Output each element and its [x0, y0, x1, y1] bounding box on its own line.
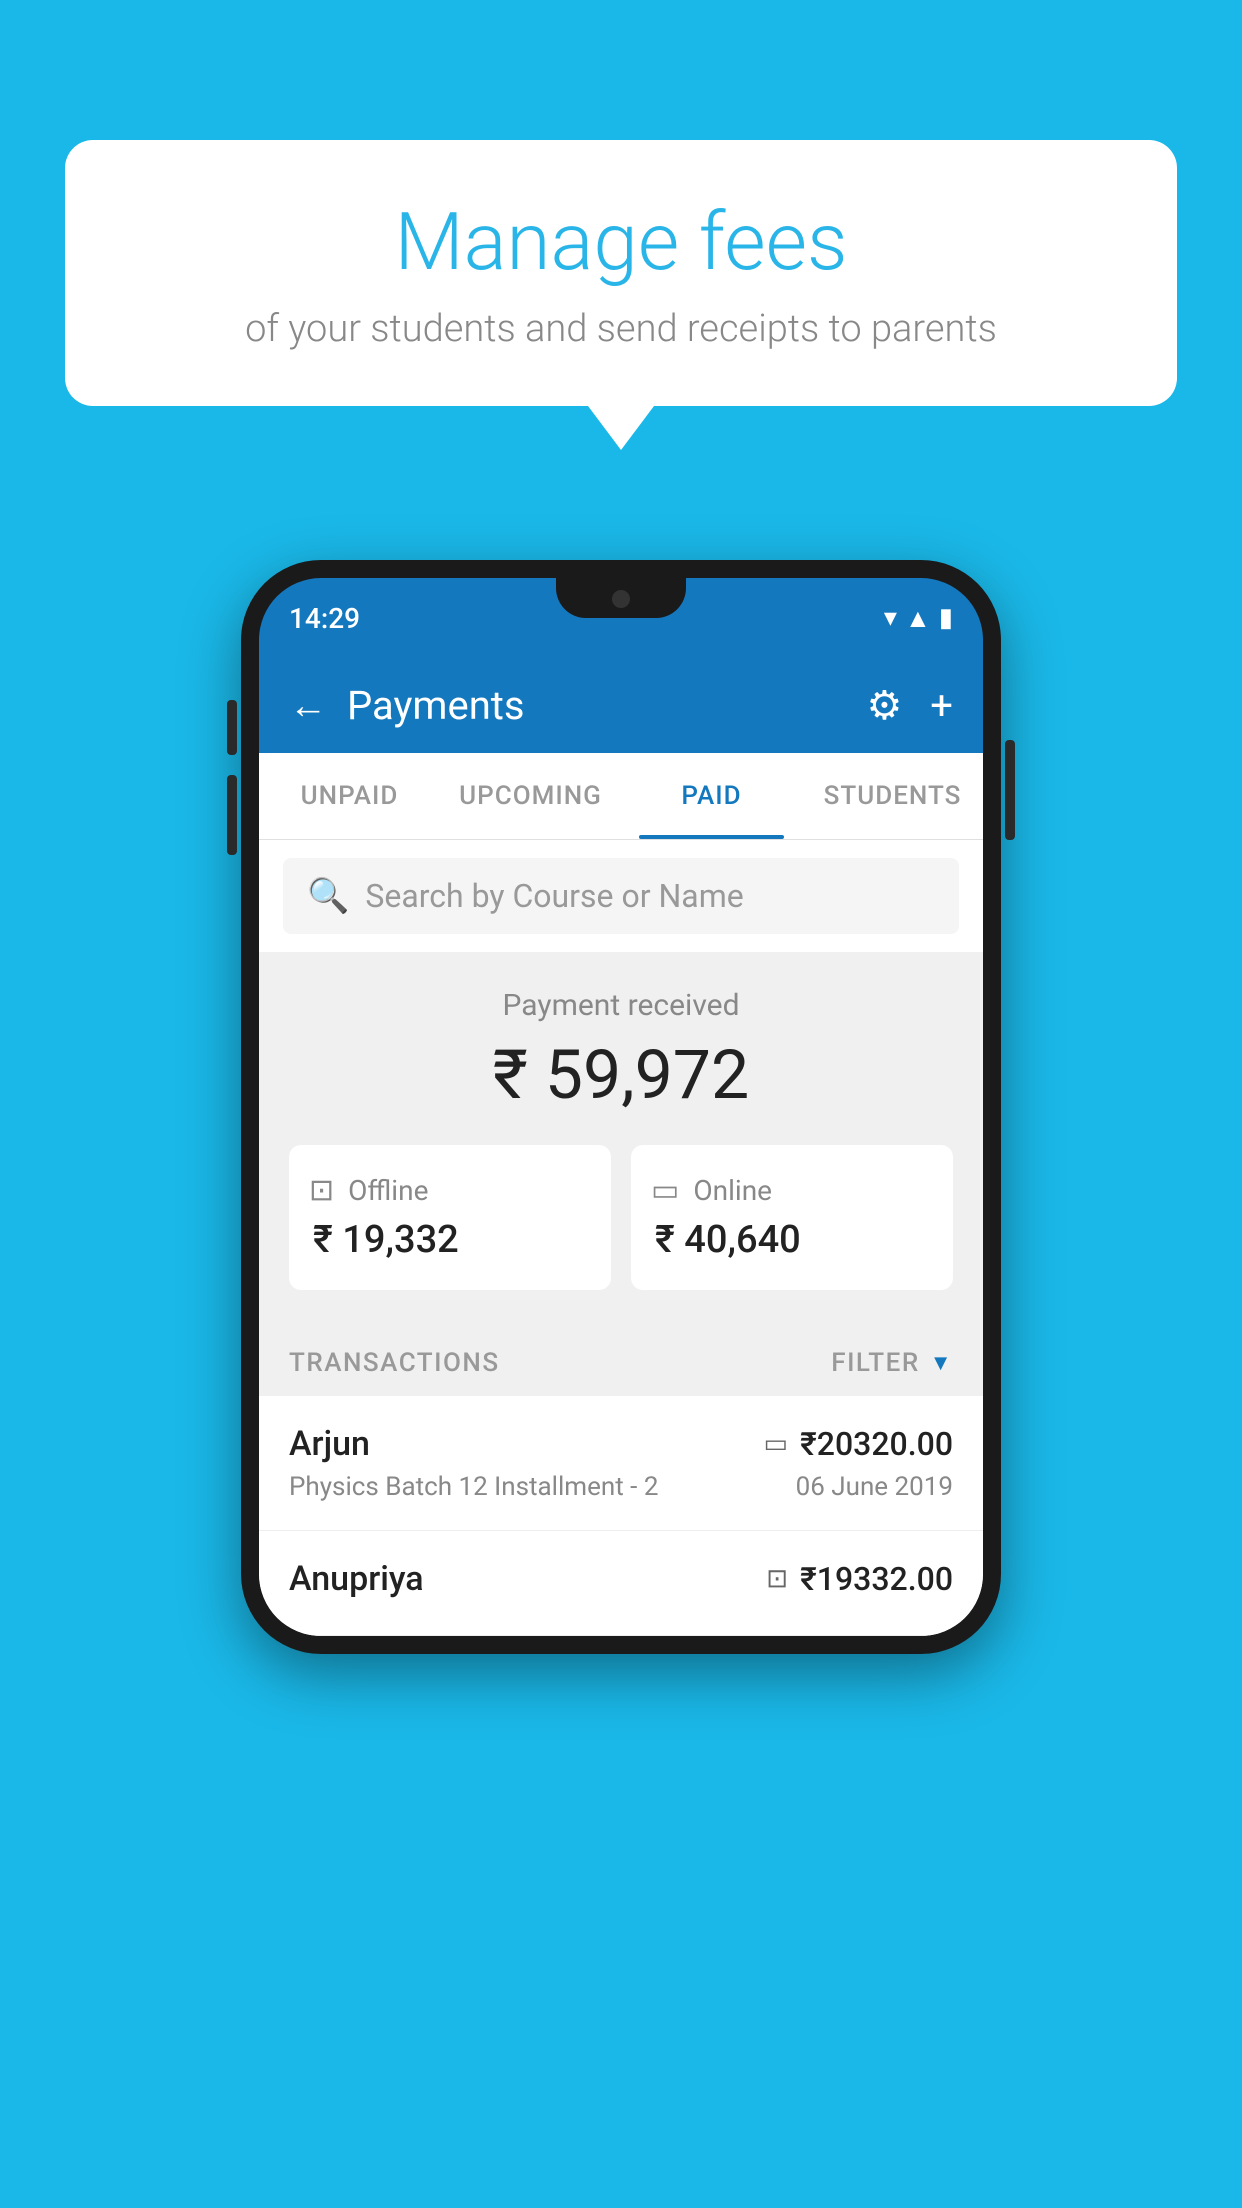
transaction-date: 06 June 2019	[796, 1472, 953, 1502]
tab-upcoming[interactable]: UPCOMING	[440, 753, 621, 839]
payment-summary: Payment received ₹ 59,972 ⊡ Offline ₹ 19…	[259, 952, 983, 1320]
online-payment-card: ▭ Online ₹ 40,640	[631, 1145, 953, 1290]
offline-transaction-icon: ⊡	[766, 1564, 788, 1594]
offline-payment-icon: ⊡	[309, 1173, 334, 1208]
offline-payment-card: ⊡ Offline ₹ 19,332	[289, 1145, 611, 1290]
transactions-header: TRANSACTIONS FILTER ▼	[259, 1320, 983, 1396]
student-name: Anupriya	[289, 1559, 424, 1599]
speech-bubble-title: Manage fees	[125, 195, 1117, 289]
add-icon[interactable]: +	[930, 682, 953, 729]
payment-cards: ⊡ Offline ₹ 19,332 ▭ Online ₹ 40,640	[289, 1145, 953, 1290]
app-bar-left: ← Payments	[289, 682, 525, 729]
transaction-bottom: Physics Batch 12 Installment - 2 06 June…	[289, 1472, 953, 1502]
search-container: 🔍 Search by Course or Name	[259, 840, 983, 952]
filter-icon: ▼	[930, 1350, 953, 1376]
status-time: 14:29	[289, 602, 360, 635]
app-bar-right: ⚙ +	[866, 682, 953, 729]
tab-unpaid[interactable]: UNPAID	[259, 753, 440, 839]
search-bar[interactable]: 🔍 Search by Course or Name	[283, 858, 959, 934]
transactions-label: TRANSACTIONS	[289, 1348, 500, 1378]
app-bar-title: Payments	[347, 682, 525, 729]
status-icons: ▾ ▲ ▮	[884, 603, 953, 634]
payment-received-label: Payment received	[289, 988, 953, 1023]
offline-label: Offline	[348, 1174, 428, 1207]
phone-notch	[556, 578, 686, 618]
wifi-icon: ▾	[884, 603, 897, 633]
signal-icon: ▲	[905, 603, 931, 634]
speech-bubble-subtitle: of your students and send receipts to pa…	[125, 307, 1117, 351]
speech-bubble: Manage fees of your students and send re…	[65, 140, 1177, 406]
offline-card-header: ⊡ Offline	[309, 1173, 591, 1208]
settings-icon[interactable]: ⚙	[866, 682, 902, 729]
tab-students[interactable]: STUDENTS	[802, 753, 983, 839]
transaction-amount: ₹20320.00	[800, 1425, 953, 1463]
table-row[interactable]: Arjun ▭ ₹20320.00 Physics Batch 12 Insta…	[259, 1396, 983, 1531]
tab-paid[interactable]: PAID	[621, 753, 802, 839]
student-name: Arjun	[289, 1424, 370, 1464]
transaction-top: Anupriya ⊡ ₹19332.00	[289, 1559, 953, 1599]
search-input[interactable]: Search by Course or Name	[365, 877, 743, 915]
power-button	[1005, 740, 1015, 840]
online-card-header: ▭ Online	[651, 1173, 933, 1208]
volume-up-button	[227, 700, 237, 755]
transaction-amount-section: ▭ ₹20320.00	[764, 1425, 953, 1463]
transaction-amount: ₹19332.00	[800, 1560, 953, 1598]
offline-amount: ₹ 19,332	[309, 1218, 591, 1262]
table-row[interactable]: Anupriya ⊡ ₹19332.00	[259, 1531, 983, 1636]
online-amount: ₹ 40,640	[651, 1218, 933, 1262]
search-icon: 🔍	[307, 876, 349, 916]
online-transaction-icon: ▭	[764, 1429, 789, 1459]
transaction-top: Arjun ▭ ₹20320.00	[289, 1424, 953, 1464]
phone: 14:29 ▾ ▲ ▮ ← Payments ⚙ +	[241, 560, 1001, 1654]
volume-down-button	[227, 775, 237, 855]
course-info: Physics Batch 12 Installment - 2	[289, 1472, 658, 1502]
online-payment-icon: ▭	[651, 1173, 679, 1208]
transaction-amount-section: ⊡ ₹19332.00	[766, 1560, 953, 1598]
app-bar: ← Payments ⚙ +	[259, 658, 983, 753]
online-label: Online	[693, 1174, 772, 1207]
payment-total-amount: ₹ 59,972	[289, 1035, 953, 1115]
battery-icon: ▮	[939, 603, 953, 633]
transaction-list: Arjun ▭ ₹20320.00 Physics Batch 12 Insta…	[259, 1396, 983, 1636]
filter-section[interactable]: FILTER ▼	[831, 1348, 953, 1378]
camera-dot	[612, 590, 630, 608]
phone-screen: ← Payments ⚙ + UNPAID UPCOMING PAID	[259, 658, 983, 1636]
tab-bar: UNPAID UPCOMING PAID STUDENTS	[259, 753, 983, 840]
back-button[interactable]: ←	[289, 684, 327, 728]
status-bar: 14:29 ▾ ▲ ▮	[259, 578, 983, 658]
speech-bubble-box: Manage fees of your students and send re…	[65, 140, 1177, 406]
filter-label: FILTER	[831, 1348, 919, 1378]
phone-body: 14:29 ▾ ▲ ▮ ← Payments ⚙ +	[241, 560, 1001, 1654]
